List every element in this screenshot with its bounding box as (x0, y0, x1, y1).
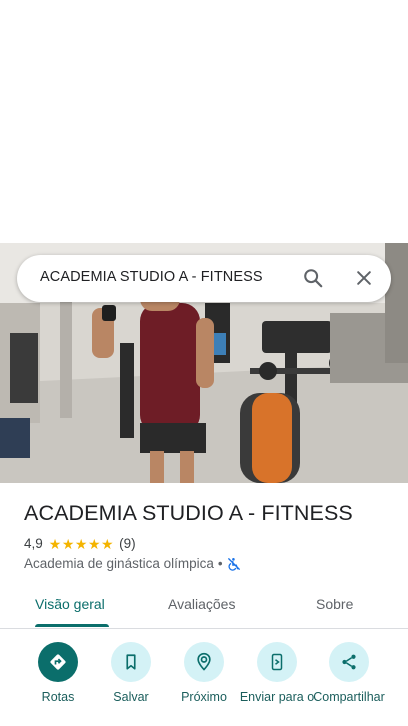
nearby-icon (197, 652, 211, 671)
star-icon: ★ (87, 535, 101, 552)
send-button-circle (257, 642, 297, 682)
directions-label: Rotas (41, 690, 75, 704)
review-count: (9) (119, 536, 136, 551)
place-category: Academia de ginástica olímpica (24, 556, 214, 571)
share-button[interactable]: Compartilhar (309, 642, 389, 704)
save-button[interactable]: Salvar (91, 642, 171, 704)
bookmark-icon (126, 654, 136, 670)
tab-about[interactable]: Sobre (316, 596, 353, 612)
star-icon: ★ (74, 535, 88, 552)
rating-row[interactable]: 4,9 ★ ★ ★ ★ ★ (9) (24, 536, 136, 551)
share-label: Compartilhar (313, 690, 385, 704)
category-row: Academia de ginástica olímpica • (24, 556, 241, 571)
send-to-phone-button[interactable]: Enviar para o (237, 642, 317, 704)
action-bar: Rotas Salvar Próximo Enviar para o Compa… (0, 642, 408, 726)
star-icon: ★ (48, 535, 62, 552)
tab-bar: Visão geral Avaliações Sobre (0, 586, 408, 629)
send-to-phone-icon (271, 653, 283, 671)
active-tab-indicator (35, 624, 109, 627)
send-label: Enviar para o (239, 690, 315, 704)
close-icon[interactable] (354, 268, 374, 288)
share-button-circle (329, 642, 369, 682)
tab-reviews[interactable]: Avaliações (168, 596, 235, 612)
star-icon: ★ (61, 535, 75, 552)
place-title: ACADEMIA STUDIO A - FITNESS (24, 501, 353, 525)
rating-stars: ★ ★ ★ ★ ★ (49, 537, 114, 551)
search-icon[interactable] (302, 267, 324, 289)
search-query[interactable]: ACADEMIA STUDIO A - FITNESS (40, 269, 263, 285)
save-button-circle (111, 642, 151, 682)
save-label: Salvar (113, 690, 149, 704)
directions-icon (50, 654, 66, 670)
search-bar[interactable]: ACADEMIA STUDIO A - FITNESS (17, 255, 391, 302)
star-icon: ★ (101, 535, 114, 552)
separator-dot: • (217, 556, 223, 571)
wheelchair-inaccessible-icon (227, 557, 240, 571)
share-icon (342, 654, 356, 670)
rating-value: 4,9 (24, 536, 43, 551)
directions-button-circle (38, 642, 78, 682)
nearby-button-circle (184, 642, 224, 682)
tab-overview[interactable]: Visão geral (35, 596, 105, 612)
directions-button[interactable]: Rotas (18, 642, 98, 704)
nearby-label: Próximo (181, 690, 227, 704)
nearby-button[interactable]: Próximo (164, 642, 244, 704)
